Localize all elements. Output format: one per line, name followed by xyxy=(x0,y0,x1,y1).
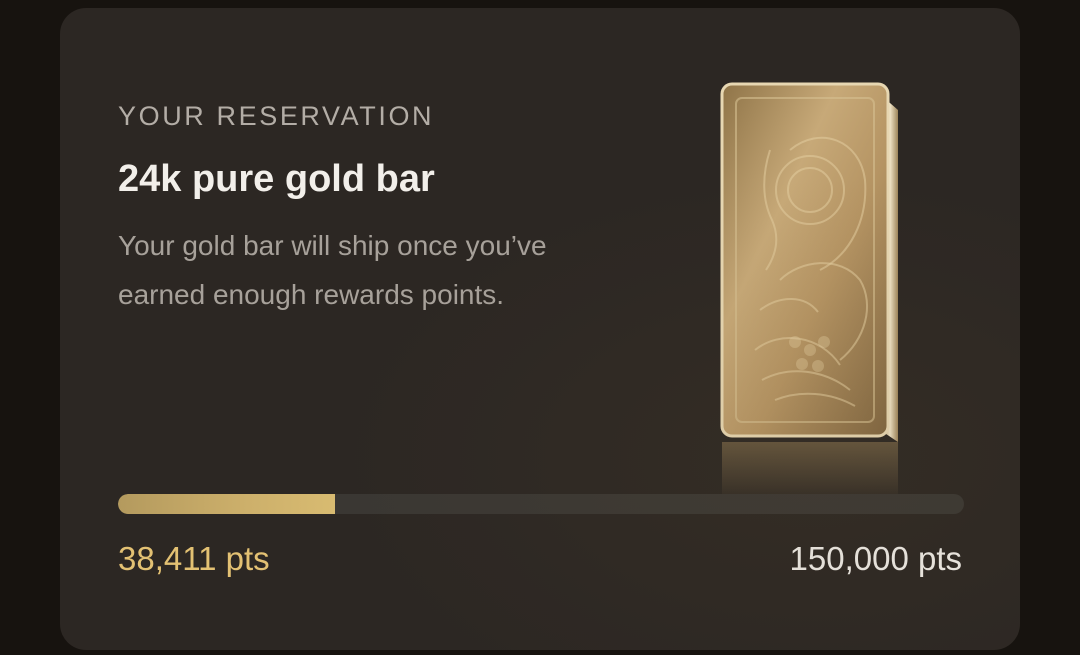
points-progress-fill xyxy=(118,494,335,514)
goal-points-label: 150,000 pts xyxy=(789,540,962,577)
current-points-label: 38,411 pts xyxy=(118,540,270,577)
reservation-eyebrow: YOUR RESERVATION xyxy=(118,101,435,131)
points-progress-bar xyxy=(118,494,964,514)
reservation-description: Your gold bar will ship once you’ve earn… xyxy=(118,230,547,310)
gold-bar-image xyxy=(700,80,930,510)
gold-bar-icon xyxy=(720,82,898,502)
reservation-card[interactable]: YOUR RESERVATION 24k pure gold bar Your … xyxy=(60,8,1020,650)
reservation-title: 24k pure gold bar xyxy=(118,158,435,200)
